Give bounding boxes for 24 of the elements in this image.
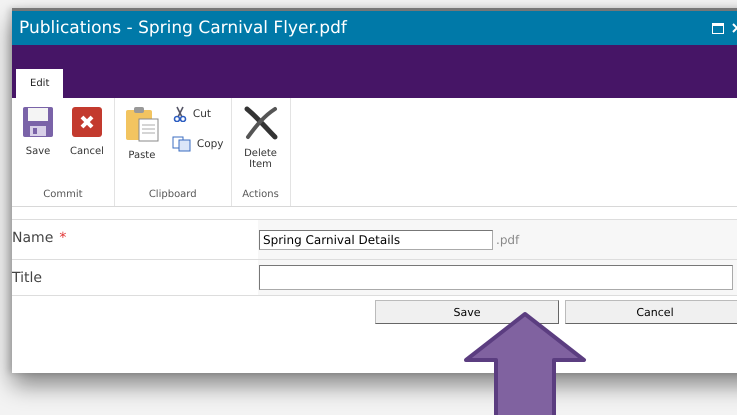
delete-x-icon (244, 106, 278, 140)
scissors-icon (172, 106, 188, 122)
cancel-button[interactable]: Cancel (565, 300, 737, 324)
group-label: Clipboard (148, 189, 198, 202)
ribbon-button[interactable]: Cancel (64, 104, 110, 159)
title-field[interactable] (259, 265, 733, 290)
ribbon-tab[interactable]: Edit (16, 69, 64, 98)
copy-icon (172, 136, 192, 152)
window-title: Publications - Spring Carnival Flyer.pdf (19, 18, 348, 38)
ribbon-button[interactable]: Copy (168, 134, 227, 154)
group-label: Commit (42, 189, 84, 202)
ribbon-button[interactable]: Delete Item (236, 104, 286, 172)
maximize-icon[interactable] (712, 22, 724, 34)
clipboard-icon (124, 106, 159, 142)
field-label: Title (12, 269, 44, 288)
save-button[interactable]: Save (375, 300, 559, 324)
field-label: Name * (12, 229, 68, 248)
ribbon-button[interactable]: Cut (168, 104, 227, 124)
ribbon-button[interactable]: Paste (118, 104, 165, 163)
group-label: Actions (241, 189, 280, 202)
file-extension: .pdf (496, 232, 520, 246)
name-field[interactable]: Spring Carnival Details (259, 230, 493, 250)
ribbon-button[interactable]: Save (16, 104, 60, 159)
close-icon (70, 106, 103, 138)
